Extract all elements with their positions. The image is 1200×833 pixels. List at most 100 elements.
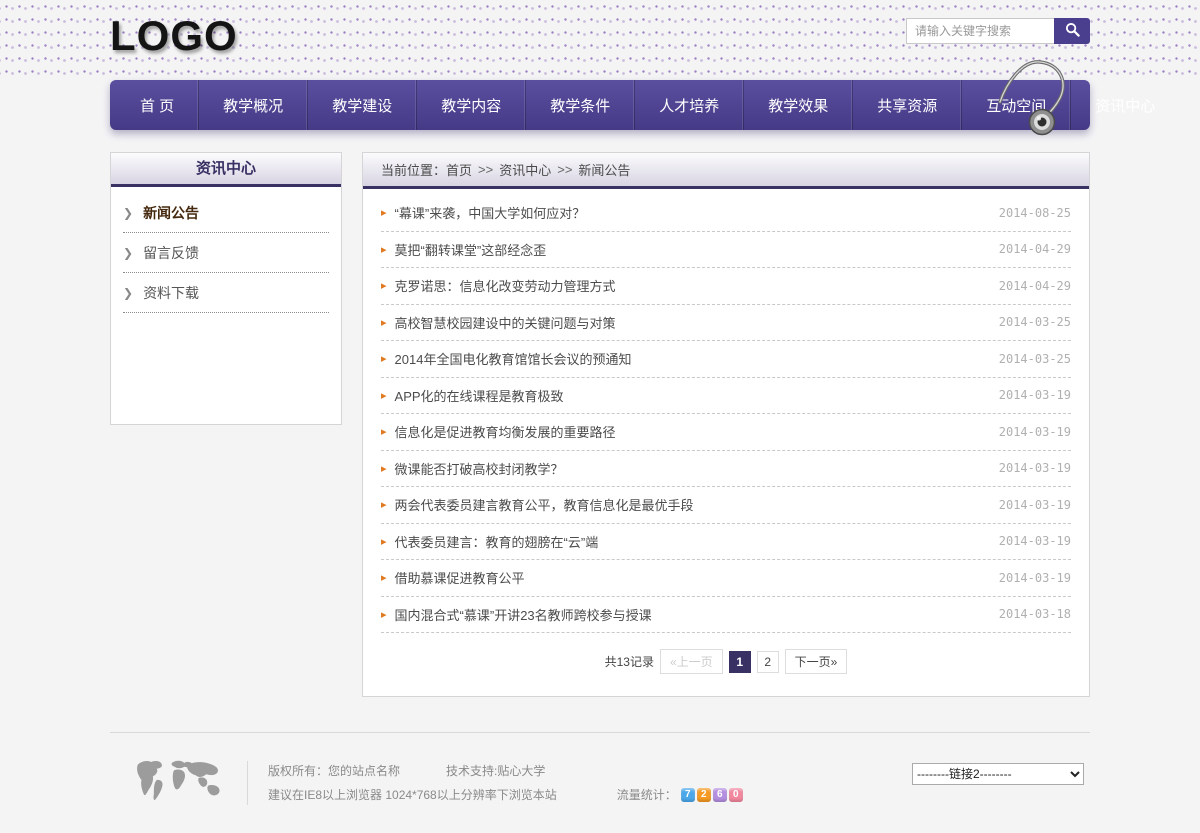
sidebar: 资讯中心 ❯ 新闻公告 ❯ 留言反馈 ❯ 资料下载 (110, 152, 342, 425)
news-title[interactable]: 国内混合式“慕课”开讲23名教师跨校参与授课 (395, 605, 999, 624)
footer: 版权所有：您的站点名称 技术支持:贴心大学 建议在IE8以上浏览器 1024*7… (110, 732, 1090, 810)
nav-item-label: 教学条件 (550, 95, 610, 116)
nav-item[interactable]: 教学建设 (307, 80, 416, 130)
breadcrumb-prefix: 当前位置： (381, 160, 446, 179)
pagination-total: 共13记录 (605, 653, 654, 670)
counter-digit: 0 (729, 788, 743, 802)
sidebar-menu: ❯ 新闻公告 ❯ 留言反馈 ❯ 资料下载 (111, 187, 341, 319)
nav-item[interactable]: 教学条件 (525, 80, 634, 130)
nav-item[interactable]: 人才培养 (634, 80, 743, 130)
nav-item[interactable]: 教学概况 (198, 80, 307, 130)
news-title[interactable]: “幕课”来袭，中国大学如何应对？ (395, 203, 999, 222)
sidebar-menu-item[interactable]: ❯ 新闻公告 (123, 193, 329, 233)
site-logo[interactable]: LOGO (110, 10, 238, 62)
nav-item-label: 互动空间 (986, 95, 1046, 116)
browser-tip-text: 建议在IE8以上浏览器 1024*768以上分辨率下浏览本站 (268, 783, 557, 807)
counter-digit: 7 (681, 788, 695, 802)
news-row[interactable]: ▸ “幕课”来袭，中国大学如何应对？ 2014-08-25 (381, 195, 1071, 232)
news-title[interactable]: 2014年全国电化教育馆馆长会议的预通知 (395, 349, 999, 368)
news-date: 2014-03-19 (999, 461, 1071, 475)
sidebar-item-label: 新闻公告 (143, 203, 199, 223)
news-date: 2014-08-25 (999, 206, 1071, 220)
sidebar-menu-item[interactable]: ❯ 资料下载 (123, 273, 329, 313)
nav-item-label: 教学效果 (768, 95, 828, 116)
search-box (906, 18, 1090, 44)
friend-links-select[interactable]: --------链接2-------- (912, 763, 1084, 785)
pagination-pages: 1 2 (729, 651, 779, 673)
news-row[interactable]: ▸ 代表委员建言：教育的翅膀在“云”端 2014-03-19 (381, 524, 1071, 561)
page-number-label: 2 (764, 655, 771, 669)
nav-item[interactable]: 教学效果 (743, 80, 852, 130)
nav-item-label: 首 页 (140, 95, 174, 116)
bullet-triangle-icon: ▸ (381, 316, 387, 329)
traffic-counter: 7 2 6 0 (679, 788, 743, 802)
counter-digit-value: 6 (717, 783, 723, 807)
header: LOGO (0, 0, 1200, 80)
news-row[interactable]: ▸ 2014年全国电化教育馆馆长会议的预通知 2014-03-25 (381, 341, 1071, 378)
nav-item-label: 教学概况 (223, 95, 283, 116)
bullet-triangle-icon: ▸ (381, 535, 387, 548)
breadcrumb-separator: >> (478, 162, 493, 177)
breadcrumb-separator: >> (557, 162, 572, 177)
search-button[interactable] (1054, 18, 1090, 44)
breadcrumb-current: 新闻公告 (578, 160, 630, 179)
bullet-triangle-icon: ▸ (381, 608, 387, 621)
news-date: 2014-03-19 (999, 534, 1071, 548)
news-row[interactable]: ▸ 高校智慧校园建设中的关键问题与对策 2014-03-25 (381, 305, 1071, 342)
counter-digit: 6 (713, 788, 727, 802)
copyright-text: 版权所有：您的站点名称 (268, 759, 400, 783)
breadcrumb-home[interactable]: 首页 (446, 160, 472, 179)
sidebar-item-label: 留言反馈 (143, 243, 199, 263)
breadcrumb-section[interactable]: 资讯中心 (499, 160, 551, 179)
main-nav: 首 页 教学概况 教学建设 教学内容 教学条件 人才培养 教学效果 (110, 80, 1090, 130)
bullet-triangle-icon: ▸ (381, 498, 387, 511)
next-page-button[interactable]: 下一页» (785, 649, 848, 674)
news-row[interactable]: ▸ APP化的在线课程是教育极致 2014-03-19 (381, 378, 1071, 415)
page-number-label: 1 (736, 655, 743, 669)
news-title[interactable]: 借助慕课促进教育公平 (395, 568, 999, 587)
news-date: 2014-03-19 (999, 498, 1071, 512)
news-row[interactable]: ▸ 借助慕课促进教育公平 2014-03-19 (381, 560, 1071, 597)
news-date: 2014-04-29 (999, 242, 1071, 256)
counter-digit-value: 0 (733, 783, 739, 807)
news-row[interactable]: ▸ 微课能否打破高校封闭教学？ 2014-03-19 (381, 451, 1071, 488)
nav-item-label: 资讯中心 (1095, 95, 1155, 116)
news-row[interactable]: ▸ 信息化是促进教育均衡发展的重要路径 2014-03-19 (381, 414, 1071, 451)
sidebar-menu-item[interactable]: ❯ 留言反馈 (123, 233, 329, 273)
nav-item-label: 教学建设 (332, 95, 392, 116)
news-title[interactable]: 高校智慧校园建设中的关键问题与对策 (395, 313, 999, 332)
page-number-button[interactable]: 1 (729, 651, 751, 673)
news-title[interactable]: 莫把“翻转课堂”这部经念歪 (395, 240, 999, 259)
nav-item[interactable]: 共享资源 (852, 80, 961, 130)
news-title[interactable]: 代表委员建言：教育的翅膀在“云”端 (395, 532, 999, 551)
nav-item[interactable]: 首 页 (116, 80, 198, 130)
nav-item[interactable]: 互动空间 (961, 80, 1070, 130)
news-date: 2014-03-19 (999, 425, 1071, 439)
main-panel: 当前位置： 首页 >> 资讯中心 >> 新闻公告 ▸ “幕课”来袭，中国大学如何… (362, 152, 1090, 697)
counter-digit: 2 (697, 788, 711, 802)
traffic-stats-label: 流量统计： (617, 783, 677, 807)
news-row[interactable]: ▸ 国内混合式“慕课”开讲23名教师跨校参与授课 2014-03-18 (381, 597, 1071, 634)
news-title[interactable]: 两会代表委员建言教育公平，教育信息化是最优手段 (395, 495, 999, 514)
nav-item[interactable]: 教学内容 (416, 80, 525, 130)
chevron-right-icon: ❯ (123, 286, 133, 300)
sidebar-title: 资讯中心 (111, 153, 341, 187)
news-row[interactable]: ▸ 克罗诺思：信息化改变劳动力管理方式 2014-04-29 (381, 268, 1071, 305)
breadcrumb: 当前位置： 首页 >> 资讯中心 >> 新闻公告 (363, 153, 1089, 189)
news-list: ▸ “幕课”来袭，中国大学如何应对？ 2014-08-25 ▸ 莫把“翻转课堂”… (363, 189, 1089, 633)
chevron-right-icon: ❯ (123, 246, 133, 260)
news-row[interactable]: ▸ 莫把“翻转课堂”这部经念歪 2014-04-29 (381, 232, 1071, 269)
bullet-triangle-icon: ▸ (381, 425, 387, 438)
bullet-triangle-icon: ▸ (381, 243, 387, 256)
news-title[interactable]: 克罗诺思：信息化改变劳动力管理方式 (395, 276, 999, 295)
news-title[interactable]: 信息化是促进教育均衡发展的重要路径 (395, 422, 999, 441)
nav-item[interactable]: 资讯中心 (1070, 80, 1179, 130)
counter-digit-value: 7 (685, 783, 691, 807)
bullet-triangle-icon: ▸ (381, 389, 387, 402)
news-row[interactable]: ▸ 两会代表委员建言教育公平，教育信息化是最优手段 2014-03-19 (381, 487, 1071, 524)
search-input[interactable] (906, 18, 1054, 44)
page-number-button[interactable]: 2 (757, 651, 779, 673)
nav-item-label: 教学内容 (441, 95, 501, 116)
news-title[interactable]: 微课能否打破高校封闭教学？ (395, 459, 999, 478)
news-title[interactable]: APP化的在线课程是教育极致 (395, 386, 999, 405)
